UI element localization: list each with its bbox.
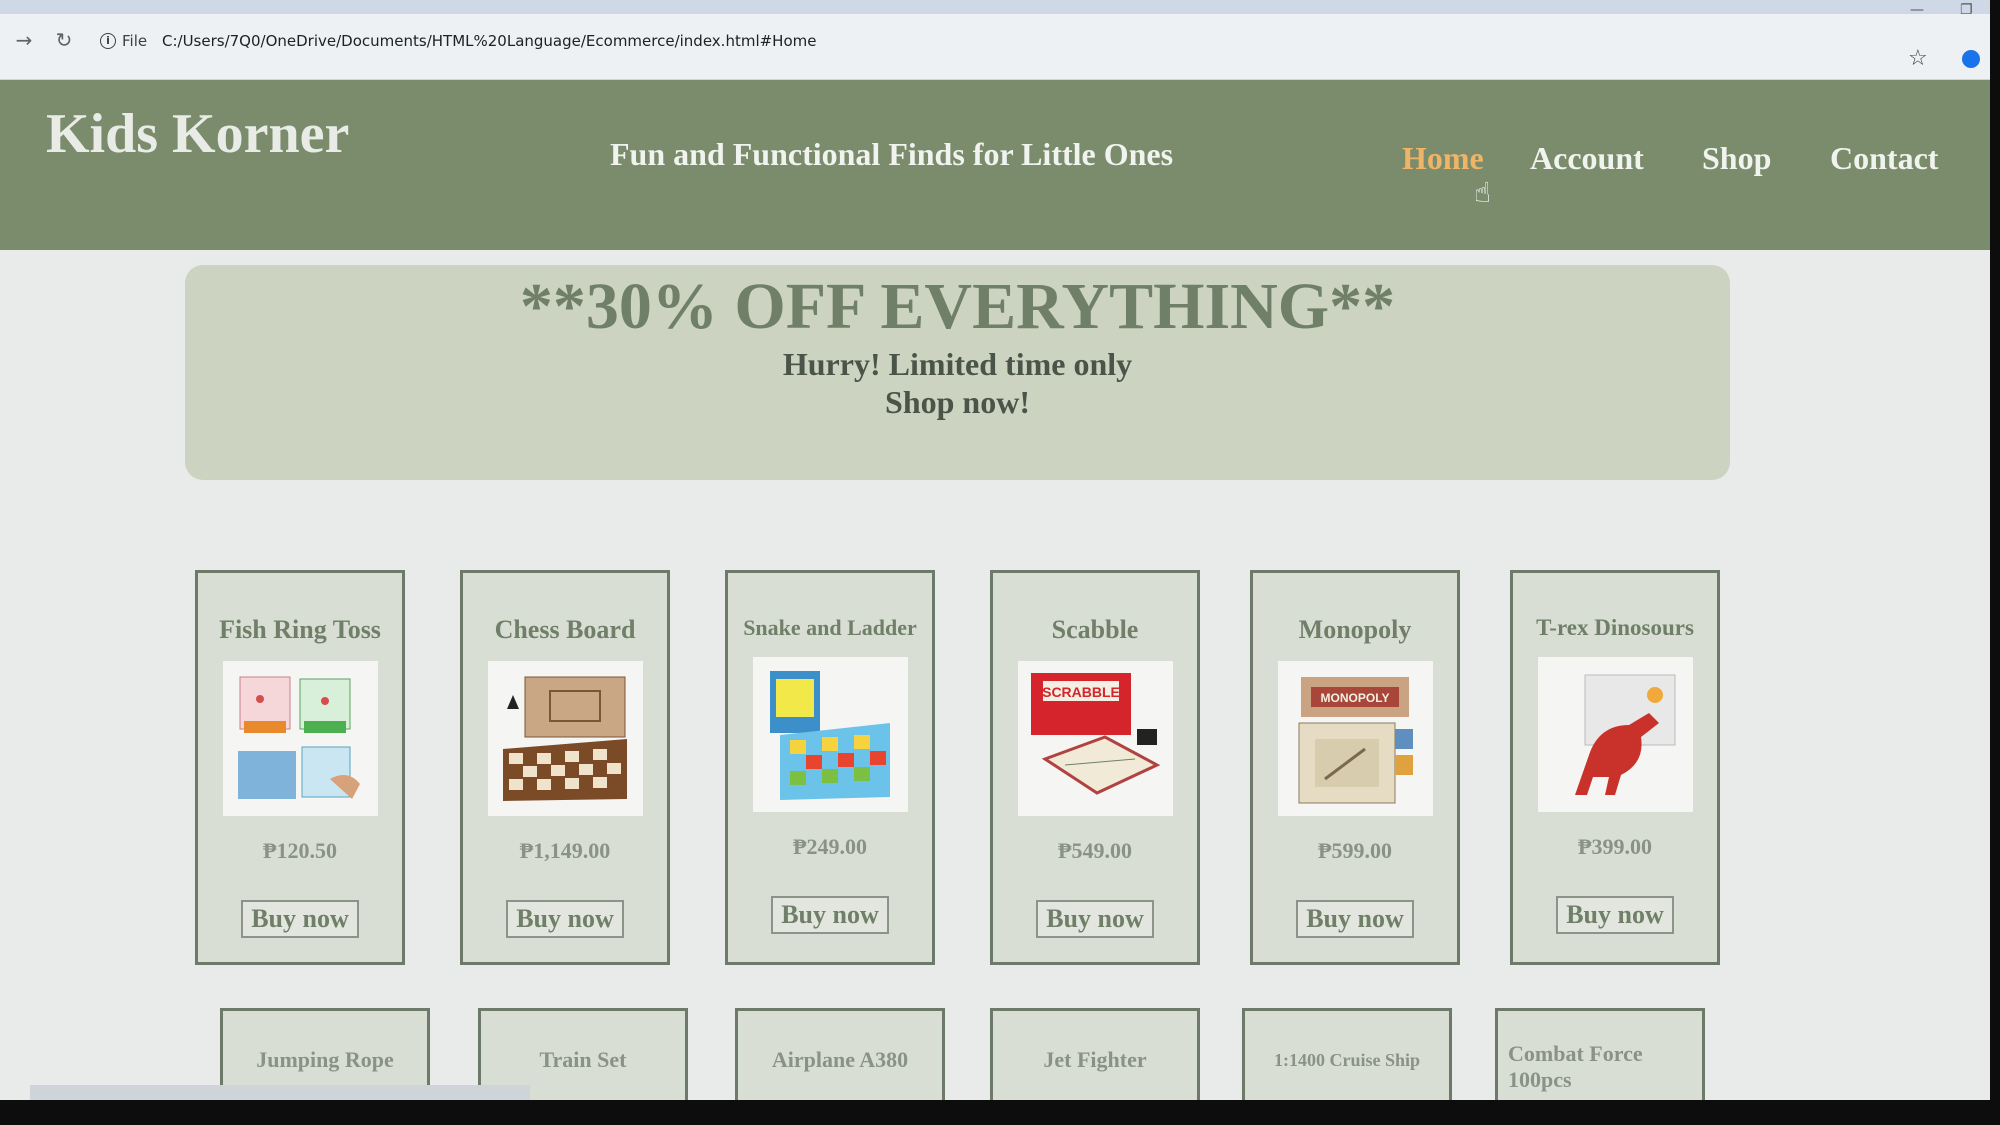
buy-now-button[interactable]: Buy now [506,900,624,938]
product-name: Train Set [539,1047,627,1072]
product-card: Snake and Ladder ₱249.00 Buy now [725,570,935,965]
svg-text:MONOPOLY: MONOPOLY [1321,691,1390,705]
buy-now-button[interactable]: Buy now [241,900,359,938]
product-price: ₱1,149.00 [519,838,611,863]
promo-banner: **30% OFF EVERYTHING** Hurry! Limited ti… [185,265,1730,480]
nav-account[interactable]: Account [1530,140,1644,177]
product-name: 1:1400 Cruise Ship [1273,1050,1421,1070]
pointer-cursor-icon: ☝ [1474,176,1492,209]
buy-now-button[interactable]: Buy now [1556,896,1674,934]
product-card: Scabble SCRABBLE ₱549.00 Buy now [990,570,1200,965]
reload-icon[interactable]: ↻ [50,26,78,54]
product-card: Monopoly MONOPOLY ₱599.00 Buy now [1250,570,1460,965]
promo-subtitle: Hurry! Limited time only [782,346,1133,382]
product-card: 1:1400 Cruise Ship [1242,1008,1452,1100]
promo-title: **30% OFF EVERYTHING** [519,270,1396,343]
site-header: Kids Korner Fun and Functional Finds for… [0,80,1990,250]
product-image[interactable] [487,661,643,816]
status-bar [30,1085,530,1100]
nav-home[interactable]: Home [1402,140,1484,177]
product-image[interactable] [1537,657,1693,812]
product-name: Jumping Rope [256,1047,394,1072]
browser-toolbar: — ❐ → ↻ i File C:/Users/7Q0/OneDrive/Doc… [0,0,1990,80]
product-name: Jet Fighter [1043,1047,1147,1072]
bookmark-star-icon[interactable]: ☆ [1908,46,1928,71]
product-card: Airplane A380 [735,1008,945,1100]
product-name: Fish Ring Toss [219,615,381,644]
product-name: Combat Force 100pcs [1508,1041,1643,1092]
product-name: Scabble [1051,615,1139,644]
svg-text:SCRABBLE: SCRABBLE [1042,684,1120,700]
product-card: T-rex Dinosours ₱399.00 Buy now [1510,570,1720,965]
product-name: Snake and Ladder [743,615,917,640]
product-image[interactable] [752,657,908,812]
product-name: Airplane A380 [771,1047,909,1072]
product-grid: Fish Ring Toss ₱120.50 Buy now Chess Boa… [195,570,1735,970]
buy-now-button[interactable]: Buy now [1296,900,1414,938]
tagline: Fun and Functional Finds for Little Ones [610,136,1174,172]
forward-icon[interactable]: → [10,26,38,54]
product-name: T-rex Dinosours [1536,615,1694,640]
file-label: File [122,32,148,50]
product-card: Combat Force 100pcs [1495,1008,1705,1100]
product-card: Chess Board ₱1,149.00 Buy now [460,570,670,965]
product-price: ₱120.50 [263,838,337,863]
nav-shop[interactable]: Shop [1702,140,1771,177]
buy-now-button[interactable]: Buy now [1036,900,1154,938]
product-image[interactable]: MONOPOLY [1277,661,1433,816]
screen: — ❐ → ↻ i File C:/Users/7Q0/OneDrive/Doc… [0,0,1990,1100]
product-image[interactable]: SCRABBLE [1017,661,1173,816]
product-price: ₱399.00 [1578,834,1652,859]
tab-strip [0,0,1990,14]
product-name: Monopoly [1298,615,1412,644]
buy-now-button[interactable]: Buy now [771,896,889,934]
product-image[interactable] [222,661,378,816]
product-price: ₱249.00 [793,834,867,859]
product-price: ₱549.00 [1058,838,1132,863]
info-icon: i [100,33,116,49]
brand-logo[interactable]: Kids Korner [46,102,349,166]
restore-icon[interactable]: ❐ [1960,2,1973,18]
profile-icon[interactable] [1962,50,1980,68]
product-card: Fish Ring Toss ₱120.50 Buy now [195,570,405,965]
site-info-chip[interactable]: i File [100,28,147,54]
address-bar[interactable]: C:/Users/7Q0/OneDrive/Documents/HTML%20L… [162,32,816,50]
product-price: ₱599.00 [1318,838,1392,863]
product-card: Jet Fighter [990,1008,1200,1100]
minimize-icon[interactable]: — [1910,2,1924,18]
product-name: Chess Board [494,615,636,644]
nav-contact[interactable]: Contact [1830,140,1938,177]
promo-shop-now[interactable]: Shop now! [185,383,1730,421]
